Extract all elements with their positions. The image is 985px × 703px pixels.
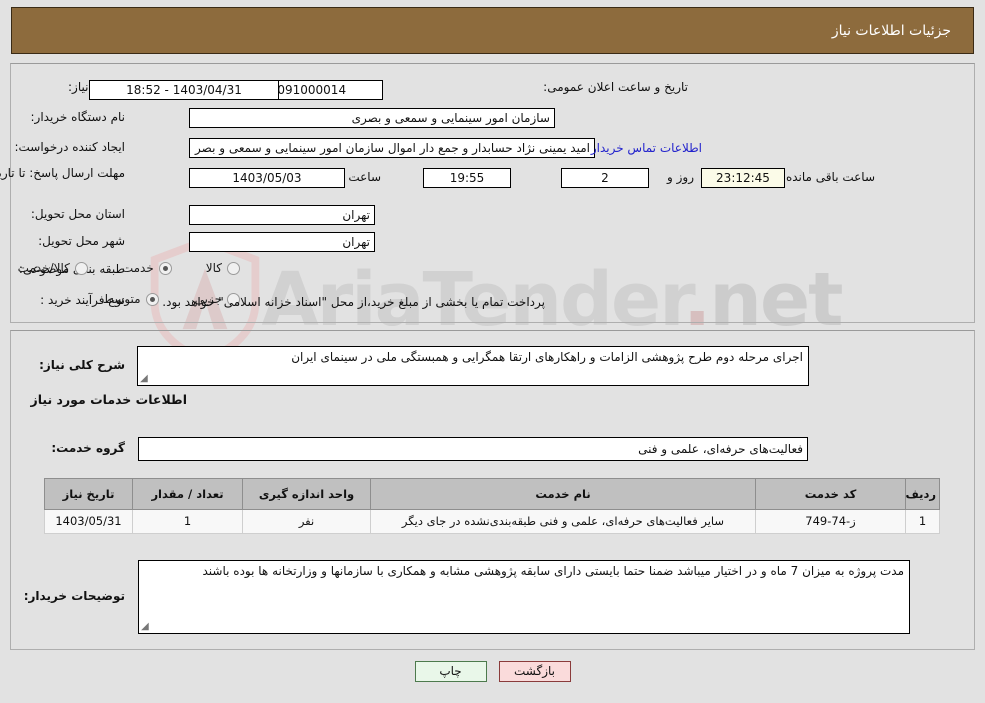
print-button[interactable]: چاپ xyxy=(414,661,487,682)
category-option-label: کالا/خدمت xyxy=(17,261,70,275)
col-service-name: نام خدمت xyxy=(370,478,756,510)
countdown-timer-value: 23:12:45 xyxy=(701,168,785,188)
col-quantity: تعداد / مقدار xyxy=(132,478,243,510)
service-items-table: ردیف کد خدمت نام خدمت واحد اندازه گیری ت… xyxy=(44,478,940,534)
city-label: شهر محل تحویل: xyxy=(38,234,125,248)
back-button[interactable]: بازگشت xyxy=(498,661,571,682)
category-option-kala-khedmat[interactable]: کالا/خدمت xyxy=(18,261,88,275)
page-title: جزئیات اطلاعات نیاز xyxy=(831,22,951,39)
cell-unit: نفر xyxy=(242,509,371,534)
col-need-date: تاریخ نیاز xyxy=(44,478,133,510)
remaining-days-label: روز و xyxy=(667,170,694,184)
province-label: استان محل تحویل: xyxy=(30,207,125,221)
announce-date-row: تاریخ و ساعت اعلان عمومی: xyxy=(543,80,688,94)
countdown-timer-label: ساعت باقی مانده xyxy=(785,170,875,184)
category-option-label: خدمت xyxy=(121,261,154,275)
remaining-days-value: 2 xyxy=(561,168,649,188)
deadline-hour-label: ساعت xyxy=(348,170,381,184)
requester-label: ایجاد کننده درخواست: xyxy=(14,140,125,154)
cell-need-date: 1403/05/31 xyxy=(44,509,133,534)
page-header-bar: جزئیات اطلاعات نیاز xyxy=(11,7,974,54)
cell-quantity: 1 xyxy=(132,509,243,534)
services-heading: اطلاعات خدمات مورد نیاز xyxy=(30,392,188,407)
requester-value: امید یمینی نژاد حسابدار و جمع دار اموال … xyxy=(189,138,595,158)
process-option-label: متوسط xyxy=(102,292,141,306)
category-radio-group: کالا خدمت کالا/خدمت xyxy=(18,261,240,275)
cell-service-code: ز-74-749 xyxy=(755,509,906,534)
buyer-org-value: سازمان امور سینمایی و سمعی و بصری xyxy=(189,108,555,128)
table-row: 1 ز-74-749 سایر فعالیت‌های حرفه‌ای، علمی… xyxy=(44,509,940,534)
deadline-date-value: 1403/05/03 xyxy=(189,168,345,188)
radio-kala-icon[interactable] xyxy=(227,261,240,275)
radio-khedmat-icon[interactable] xyxy=(158,261,172,275)
footer-button-bar: بازگشت چاپ xyxy=(0,661,985,682)
cell-service-name: سایر فعالیت‌های حرفه‌ای، علمی و فنی طبقه… xyxy=(370,509,756,534)
buyer-notes-textarea[interactable]: مدت پروژه به میزان 7 ماه و در اختیار میب… xyxy=(138,560,910,634)
buyer-notes-value: مدت پروژه به میزان 7 ماه و در اختیار میب… xyxy=(202,564,905,578)
city-value: تهران xyxy=(189,232,375,252)
description-textarea[interactable]: اجرای مرحله دوم طرح پژوهشی الزامات و راه… xyxy=(137,346,809,386)
service-group-label: گروه خدمت: xyxy=(51,441,125,455)
table-header-row: ردیف کد خدمت نام خدمت واحد اندازه گیری ت… xyxy=(44,478,940,510)
category-option-kala[interactable]: کالا xyxy=(206,261,240,275)
resize-grip-icon[interactable]: ◣ xyxy=(140,373,150,384)
description-label: شرح کلی نیاز: xyxy=(39,358,125,372)
buyer-contact-link[interactable]: اطلاعات تماس خریدار xyxy=(591,141,702,155)
category-option-label: کالا xyxy=(205,261,222,275)
col-unit: واحد اندازه گیری xyxy=(242,478,371,510)
deadline-hour-value: 19:55 xyxy=(423,168,511,188)
category-option-khedmat[interactable]: خدمت xyxy=(122,261,172,275)
province-row: استان محل تحویل: xyxy=(31,207,125,221)
radio-kala-khedmat-icon[interactable] xyxy=(74,261,88,275)
description-value: اجرای مرحله دوم طرح پژوهشی الزامات و راه… xyxy=(291,350,803,364)
buyer-org-label: نام دستگاه خریدار: xyxy=(30,110,126,124)
col-service-code: کد خدمت xyxy=(755,478,906,510)
radio-motevaset-icon[interactable] xyxy=(145,292,159,306)
buyer-org-row: نام دستگاه خریدار: xyxy=(31,110,126,124)
resize-grip-icon[interactable]: ◣ xyxy=(141,621,151,632)
province-value: تهران xyxy=(189,205,375,225)
deadline-row-label: مهلت ارسال پاسخ: تا تاریخ: xyxy=(0,165,125,181)
buyer-notes-label: توضیحات خریدار: xyxy=(23,589,125,603)
announce-date-value: 1403/04/31 - 18:52 xyxy=(89,80,279,100)
requester-row: ایجاد کننده درخواست: xyxy=(14,140,125,154)
process-option-motevaset[interactable]: متوسط xyxy=(103,292,159,306)
cell-index: 1 xyxy=(905,509,940,534)
announce-date-label: تاریخ و ساعت اعلان عمومی: xyxy=(543,80,688,94)
deadline-label: مهلت ارسال پاسخ: تا تاریخ: xyxy=(0,166,125,180)
city-row: شهر محل تحویل: xyxy=(38,234,125,248)
service-group-value: فعالیت‌های حرفه‌ای، علمی و فنی xyxy=(138,437,808,461)
payment-note: پرداخت تمام یا بخشی از مبلغ خرید،از محل … xyxy=(162,295,545,309)
need-info-panel xyxy=(10,63,975,323)
col-index: ردیف xyxy=(905,478,940,510)
